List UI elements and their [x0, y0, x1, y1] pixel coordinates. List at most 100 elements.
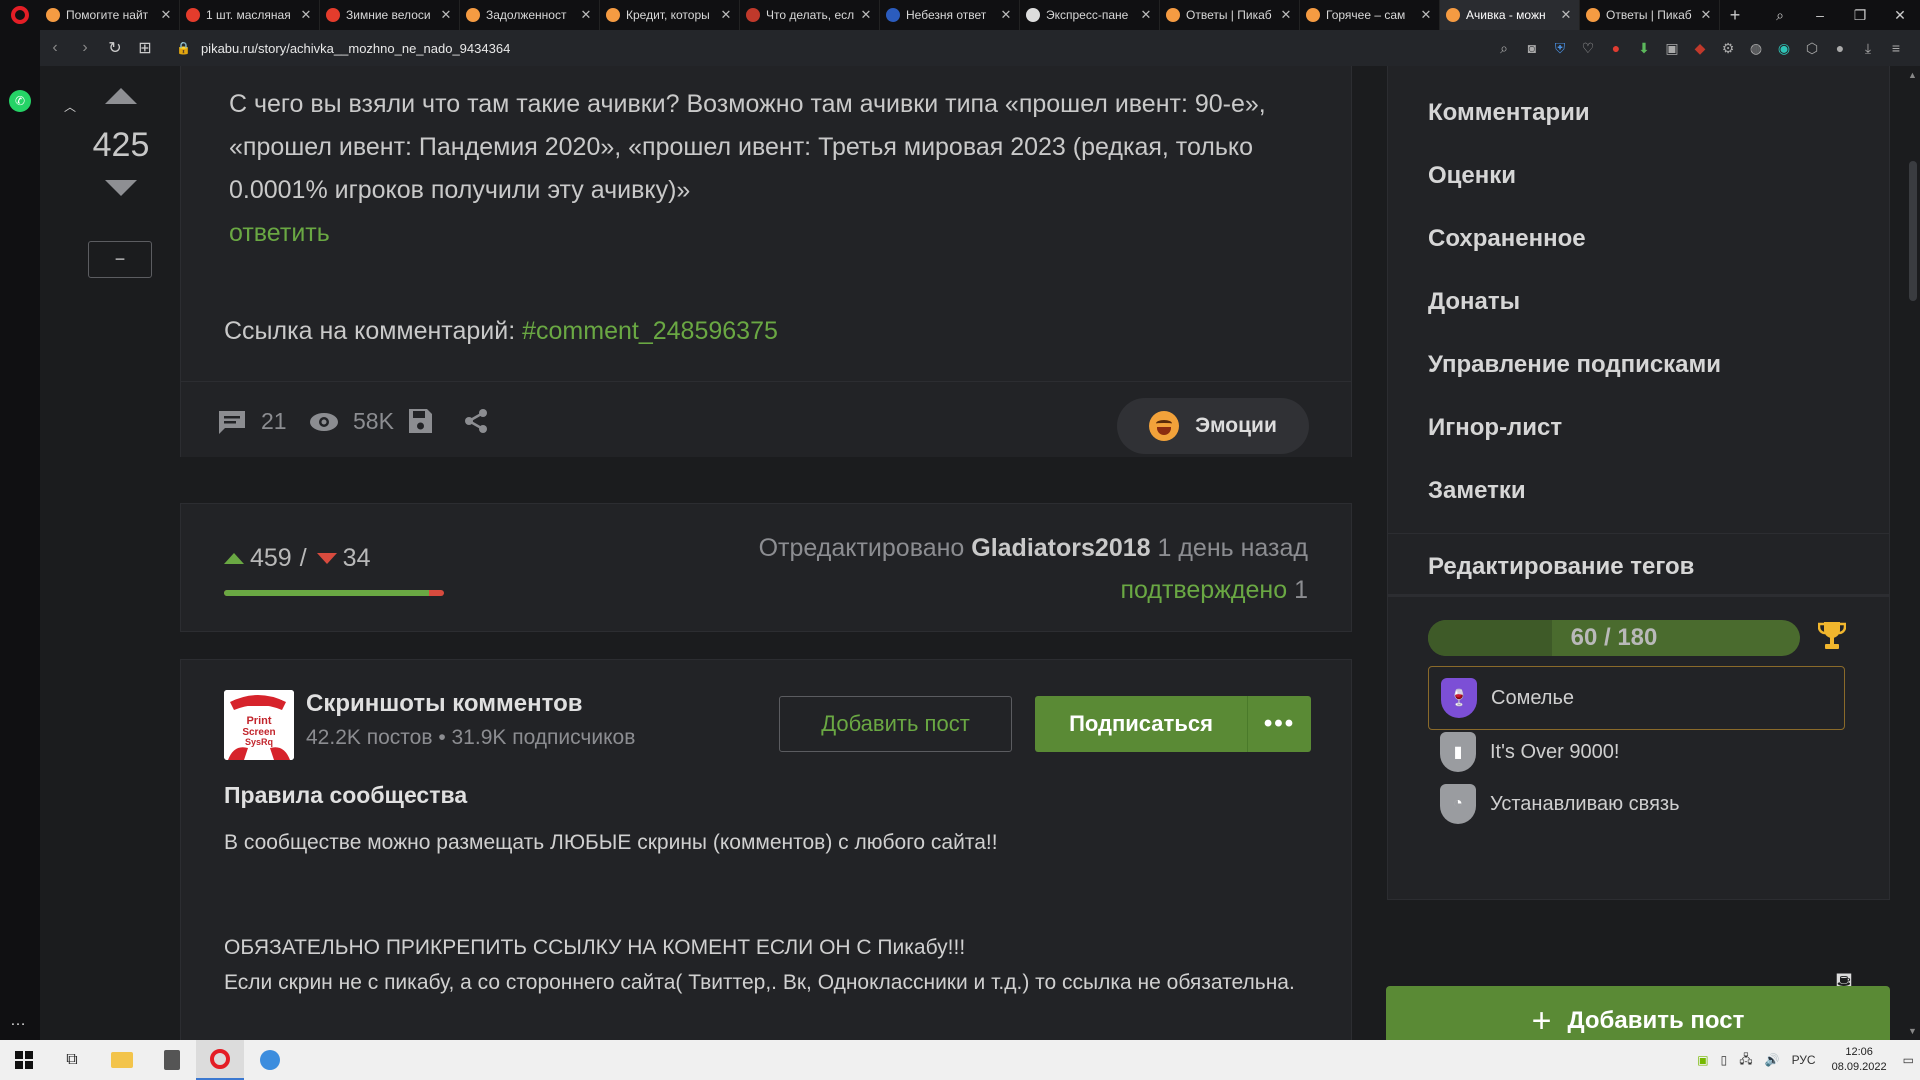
- subscribe-button[interactable]: Подписаться •••: [1035, 696, 1311, 752]
- community-more-button[interactable]: •••: [1247, 696, 1311, 752]
- community-name[interactable]: Скриншоты комментов: [306, 690, 582, 718]
- volume-icon[interactable]: 🔊: [1765, 1053, 1780, 1067]
- sidebar-more-icon[interactable]: …: [10, 1012, 26, 1030]
- new-tab-button[interactable]: +: [1720, 5, 1750, 26]
- file-explorer-icon[interactable]: [98, 1040, 146, 1080]
- save-stat[interactable]: [405, 408, 449, 434]
- puzzle-icon[interactable]: ⚙: [1714, 40, 1742, 57]
- browser-tab[interactable]: 1 шт. масляная ✕: [180, 0, 320, 30]
- menu-item-donations[interactable]: Донаты: [1428, 288, 1520, 316]
- restore-button[interactable]: ❐: [1840, 7, 1880, 24]
- browser-tab[interactable]: Зимние велоси ✕: [320, 0, 460, 30]
- menu-item-ratings[interactable]: Оценки: [1428, 162, 1516, 190]
- usb-icon[interactable]: ▯: [1721, 1053, 1728, 1067]
- camera-icon[interactable]: ◙: [1518, 40, 1546, 56]
- reload-icon[interactable]: ↻: [100, 38, 130, 58]
- downvote-icon[interactable]: [105, 180, 137, 196]
- url-field[interactable]: 🔒 pikabu.ru/story/achivka__mozhno_ne_nad…: [176, 41, 510, 56]
- download-arrow-icon[interactable]: ⬇: [1630, 40, 1658, 57]
- scroll-down-icon[interactable]: ▼: [1908, 1026, 1917, 1036]
- emotions-button[interactable]: Эмоции: [1117, 398, 1309, 454]
- close-window-button[interactable]: ✕: [1880, 7, 1920, 24]
- browser-tab[interactable]: Что делать, есл ✕: [740, 0, 880, 30]
- browser-tab[interactable]: Помогите найт ✕: [40, 0, 180, 30]
- tab-close-icon[interactable]: ✕: [579, 7, 593, 23]
- tab-close-icon[interactable]: ✕: [1699, 7, 1713, 23]
- forward-icon[interactable]: ›: [70, 39, 100, 57]
- add-post-button[interactable]: Добавить пост: [779, 696, 1012, 752]
- upvote-icon[interactable]: [105, 88, 137, 104]
- browser-tab[interactable]: Небезня ответ ✕: [880, 0, 1020, 30]
- extension-badge-icon[interactable]: ▣: [1658, 40, 1686, 57]
- menu-icon[interactable]: ≡: [1882, 40, 1910, 56]
- menu-item-subscriptions[interactable]: Управление подписками: [1428, 351, 1721, 379]
- browser-tab[interactable]: Экспресс-пане ✕: [1020, 0, 1160, 30]
- tab-close-icon[interactable]: ✕: [719, 7, 733, 23]
- clock[interactable]: 12:06 08.09.2022: [1832, 1045, 1887, 1075]
- tab-close-icon[interactable]: ✕: [859, 7, 873, 23]
- confirmed-info[interactable]: подтверждено 1: [1120, 576, 1308, 605]
- adblock-icon[interactable]: ●: [1602, 40, 1630, 56]
- globe-icon[interactable]: ◍: [1742, 40, 1770, 57]
- menu-item-edit-tags[interactable]: Редактирование тегов: [1428, 553, 1694, 581]
- back-icon[interactable]: ‹: [40, 39, 70, 57]
- menu-item-notes[interactable]: Заметки: [1428, 477, 1526, 505]
- sidebar-add-post-button[interactable]: + Добавить пост: [1386, 986, 1890, 1040]
- reply-link[interactable]: ответить: [229, 219, 330, 248]
- tab-close-icon[interactable]: ✕: [1419, 7, 1433, 23]
- task-view-icon[interactable]: ⧉: [48, 1040, 96, 1080]
- collapse-up-icon[interactable]: ︿: [64, 98, 76, 115]
- opera-logo-icon[interactable]: [0, 0, 40, 30]
- windows-start-icon[interactable]: [0, 1040, 48, 1080]
- scroll-up-icon[interactable]: ▲: [1908, 70, 1917, 80]
- tab-close-icon[interactable]: ✕: [299, 7, 313, 23]
- comments-stat[interactable]: 21: [217, 408, 287, 435]
- notifications-icon[interactable]: ▭: [1903, 1053, 1914, 1067]
- achievement-progress-bar[interactable]: 60 / 180: [1428, 620, 1800, 656]
- community-avatar[interactable]: Print Screen SysRq: [224, 690, 294, 760]
- language-indicator[interactable]: РУС: [1792, 1053, 1816, 1067]
- browser-sidebar: ✆ …: [0, 30, 40, 1040]
- browser-tab[interactable]: Ачивка - можн ✕: [1440, 0, 1580, 30]
- app-taskbar-icon[interactable]: [246, 1040, 294, 1080]
- tab-close-icon[interactable]: ✕: [999, 7, 1013, 23]
- tab-close-icon[interactable]: ✕: [439, 7, 453, 23]
- opera-taskbar-icon[interactable]: [196, 1040, 244, 1080]
- shield-icon[interactable]: ⛨: [1546, 40, 1574, 57]
- scrollbar-thumb[interactable]: [1909, 161, 1917, 301]
- browser-tab[interactable]: Ответы | Пикаб ✕: [1160, 0, 1300, 30]
- achievement-item[interactable]: ◔ Устанавливаю связь: [1428, 772, 1845, 836]
- tab-grid-icon[interactable]: ⊞: [130, 38, 160, 58]
- menu-item-saved[interactable]: Сохраненное: [1428, 225, 1586, 253]
- tab-close-icon[interactable]: ✕: [159, 7, 173, 23]
- editor-name[interactable]: Gladiators2018: [971, 534, 1150, 562]
- profile-icon[interactable]: ●: [1826, 40, 1854, 56]
- share-icon: [465, 409, 487, 433]
- calculator-icon[interactable]: [148, 1040, 196, 1080]
- tab-close-icon[interactable]: ✕: [1559, 7, 1573, 23]
- browser-tab[interactable]: Ответы | Пикаб ✕: [1580, 0, 1720, 30]
- network-icon[interactable]: 🖧: [1739, 1050, 1752, 1071]
- comment-link[interactable]: #comment_248596375: [522, 317, 778, 345]
- vpn-icon[interactable]: ◉: [1770, 40, 1798, 57]
- minimize-button[interactable]: –: [1800, 7, 1840, 23]
- page-scrollbar[interactable]: ▲ ▼: [1906, 66, 1920, 1040]
- nvidia-icon[interactable]: ▣: [1697, 1053, 1708, 1067]
- share-stat[interactable]: [461, 408, 505, 434]
- whatsapp-icon[interactable]: ✆: [9, 90, 31, 112]
- tab-close-icon[interactable]: ✕: [1139, 7, 1153, 23]
- search-tabs-icon[interactable]: ⌕: [1760, 7, 1800, 24]
- browser-tab[interactable]: Задолженност ✕: [460, 0, 600, 30]
- menu-item-ignore-list[interactable]: Игнор-лист: [1428, 414, 1562, 442]
- tab-close-icon[interactable]: ✕: [1279, 7, 1293, 23]
- search-icon[interactable]: ⌕: [1490, 40, 1518, 57]
- ublock-icon[interactable]: ◆: [1686, 40, 1714, 57]
- trophy-icon[interactable]: [1818, 620, 1846, 652]
- downloads-icon[interactable]: ⤓: [1854, 40, 1882, 57]
- browser-tab[interactable]: Горячее – сам ✕: [1300, 0, 1440, 30]
- menu-item-comments[interactable]: Комментарии: [1428, 99, 1590, 127]
- browser-tab[interactable]: Кредит, которы ✕: [600, 0, 740, 30]
- cube-icon[interactable]: ⬡: [1798, 40, 1826, 57]
- collapse-post-button[interactable]: −: [88, 241, 152, 278]
- heart-icon[interactable]: ♡: [1574, 40, 1602, 57]
